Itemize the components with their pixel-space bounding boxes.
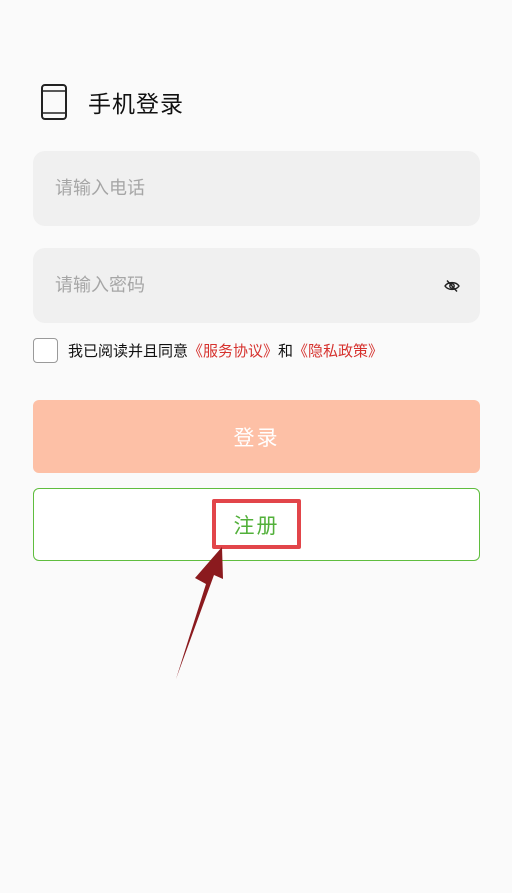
header: 手机登录	[40, 82, 184, 122]
agreement-row: 我已阅读并且同意 《服务协议》 和 《隐私政策》	[33, 337, 383, 364]
phone-field[interactable]	[33, 151, 480, 226]
page-title: 手机登录	[88, 92, 184, 118]
eye-slash-icon[interactable]	[444, 279, 460, 293]
login-button[interactable]: 登录	[33, 400, 480, 473]
agreement-checkbox[interactable]	[33, 338, 58, 363]
agreement-and-text: 和	[278, 342, 294, 360]
password-field[interactable]	[33, 248, 480, 323]
register-button[interactable]: 注册	[33, 488, 480, 561]
privacy-policy-link[interactable]: 《隐私政策》	[293, 340, 383, 361]
agreement-text: 我已阅读并且同意	[68, 342, 189, 360]
phone-input[interactable]	[55, 178, 458, 199]
phone-icon	[41, 84, 67, 120]
password-input[interactable]	[55, 275, 444, 296]
service-agreement-link[interactable]: 《服务协议》	[188, 340, 278, 361]
